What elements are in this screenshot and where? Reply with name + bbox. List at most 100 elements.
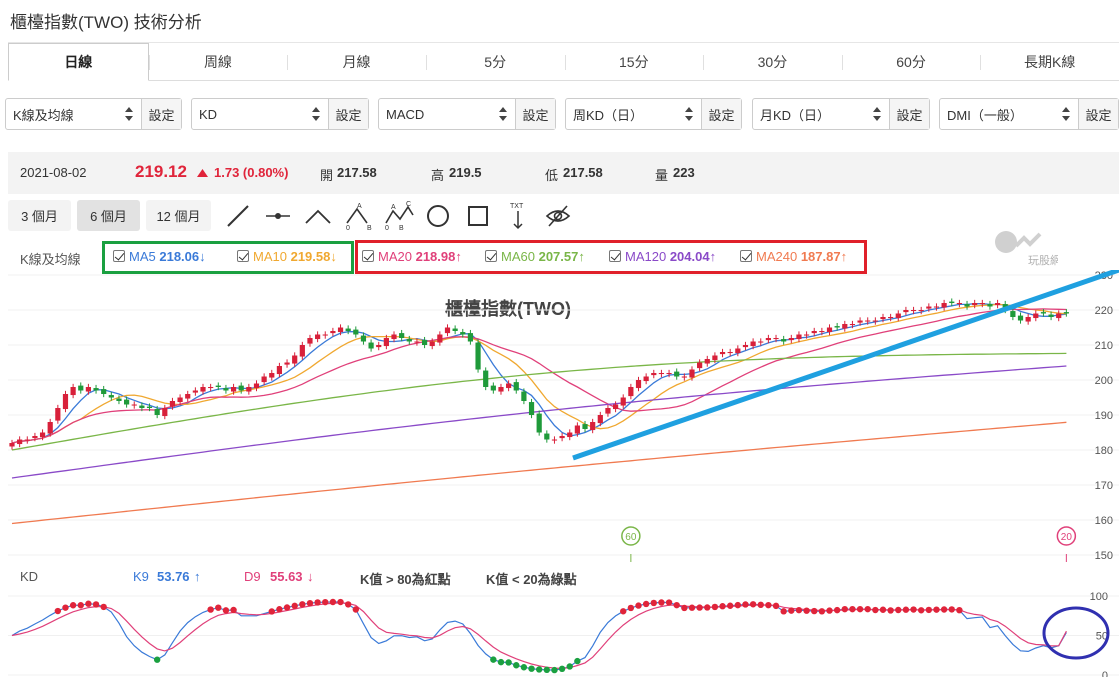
candle — [238, 385, 244, 391]
candle — [116, 398, 122, 401]
indicator-select-6[interactable]: DMI（一般） 設定 — [939, 98, 1119, 130]
kd-tick-label: 0 — [1102, 670, 1108, 677]
kd-chart[interactable]: 050100 — [8, 588, 1119, 677]
abcd-pattern-icon[interactable]: A C 0 B — [383, 201, 415, 231]
tab-30min[interactable]: 30分 — [703, 43, 842, 80]
candle — [658, 373, 665, 375]
tab-15min[interactable]: 15分 — [564, 43, 704, 80]
candle — [933, 306, 940, 308]
tab-60min[interactable]: 60分 — [841, 43, 981, 80]
abc-pattern-icon[interactable]: A 0 B — [343, 201, 375, 231]
indicator-select-3[interactable]: MACD 設定 — [378, 98, 556, 130]
ma20-legend[interactable]: MA20 218.98↑ — [362, 249, 462, 264]
segment-tool-icon[interactable] — [264, 201, 292, 231]
text-tool-icon[interactable]: TXT — [504, 201, 532, 231]
pattern-label-b: B — [399, 225, 404, 231]
candle — [230, 387, 237, 392]
tab-monthly[interactable]: 月線 — [287, 43, 426, 80]
tab-daily[interactable]: 日線 — [8, 43, 149, 81]
quote-change: 1.73 (0.80%) — [214, 165, 289, 180]
kd-red-dot — [627, 604, 635, 612]
kd-green-dot — [566, 663, 573, 670]
tab-weekly[interactable]: 周線 — [148, 43, 288, 80]
kd-green-dot — [535, 666, 543, 673]
candle — [261, 376, 267, 383]
candle — [513, 382, 519, 391]
page-title: 櫃檯指數(TWO) 技術分析 — [10, 13, 202, 32]
candle — [9, 443, 15, 447]
settings-button[interactable]: 設定 — [515, 99, 555, 129]
ma240-legend[interactable]: MA240 187.87↑ — [740, 249, 847, 264]
candle — [101, 389, 107, 394]
candle — [735, 348, 741, 354]
candle — [819, 331, 825, 333]
indicator-select-5[interactable]: 月KD（日） 設定 — [752, 98, 930, 130]
ma5-checkbox[interactable] — [113, 250, 125, 262]
ma60-checkbox[interactable] — [485, 250, 497, 262]
ma10-value: 219.58 — [290, 249, 331, 264]
indicator-select-1[interactable]: K線及均線 設定 — [5, 98, 182, 130]
pattern-label-zero: 0 — [385, 225, 389, 231]
kd-red-dot — [742, 601, 749, 608]
candle — [704, 359, 710, 364]
period-12m-button[interactable]: 12 個月 — [146, 200, 211, 231]
k9-name: K9 — [133, 569, 149, 584]
ma240-checkbox[interactable] — [740, 250, 752, 262]
ma120-legend[interactable]: MA120 204.04↑ — [609, 249, 716, 264]
tab-long-term[interactable]: 長期K線 — [980, 43, 1119, 80]
kd-red-dot — [795, 606, 803, 614]
ma10-legend[interactable]: MA10 219.58↓ — [237, 249, 337, 264]
rectangle-tool-icon[interactable] — [464, 201, 492, 231]
kd-red-dot — [77, 602, 84, 609]
indicator-select-4[interactable]: 周KD（日） 設定 — [565, 98, 742, 130]
candle — [391, 334, 397, 340]
candle — [47, 422, 53, 434]
pattern-label-a: A — [391, 204, 396, 211]
d9-value: 55.63 — [270, 569, 303, 584]
candle — [643, 376, 649, 382]
pattern-label-a: A — [357, 203, 362, 210]
pattern-label-zero: 0 — [346, 225, 350, 231]
updown-arrow-icon — [312, 107, 320, 121]
y-tick-label: 160 — [1095, 515, 1113, 527]
angle-tool-icon[interactable] — [304, 201, 332, 231]
candle — [208, 387, 214, 389]
period-3m-button[interactable]: 3 個月 — [8, 200, 71, 231]
candle — [307, 338, 313, 344]
settings-button[interactable]: 設定 — [141, 99, 181, 129]
ma5-legend[interactable]: MA5 218.06↓ — [113, 249, 206, 264]
circle-tool-icon[interactable] — [424, 201, 452, 231]
updown-arrow-icon — [1062, 107, 1070, 121]
ma20-checkbox[interactable] — [362, 250, 374, 262]
candle — [1040, 312, 1047, 314]
settings-button[interactable]: 設定 — [889, 99, 929, 129]
tab-5min[interactable]: 5分 — [425, 43, 565, 80]
ma10-name: MA10 — [253, 249, 287, 264]
candle — [437, 334, 443, 343]
settings-button[interactable]: 設定 — [328, 99, 368, 129]
candle — [1056, 313, 1062, 319]
candle — [292, 355, 298, 364]
settings-button[interactable]: 設定 — [701, 99, 741, 129]
kd-red-dot — [222, 607, 230, 614]
candle — [17, 439, 23, 445]
indicator-select-value: 周KD（日） — [573, 107, 644, 123]
candle — [949, 301, 955, 303]
kd-red-dot — [917, 607, 925, 614]
hide-eye-icon[interactable] — [544, 201, 572, 231]
kd-red-dot — [719, 603, 726, 610]
kd-red-dot — [788, 607, 795, 614]
candle — [32, 436, 38, 439]
text-tool-label: TXT — [510, 203, 524, 210]
period-6m-button[interactable]: 6 個月 — [77, 200, 140, 231]
candle — [857, 320, 863, 323]
line-tool-icon[interactable] — [224, 201, 252, 231]
up-triangle-icon — [197, 169, 208, 177]
ma120-checkbox[interactable] — [609, 250, 621, 262]
kd-red-dot — [818, 608, 826, 615]
ma10-checkbox[interactable] — [237, 250, 249, 262]
price-chart[interactable]: 櫃檯指數(TWO) 150160170180190200210220230 60… — [8, 270, 1119, 562]
indicator-select-2[interactable]: KD 設定 — [191, 98, 369, 130]
settings-button[interactable]: 設定 — [1078, 99, 1118, 129]
ma60-legend[interactable]: MA60 207.57↑ — [485, 249, 585, 264]
